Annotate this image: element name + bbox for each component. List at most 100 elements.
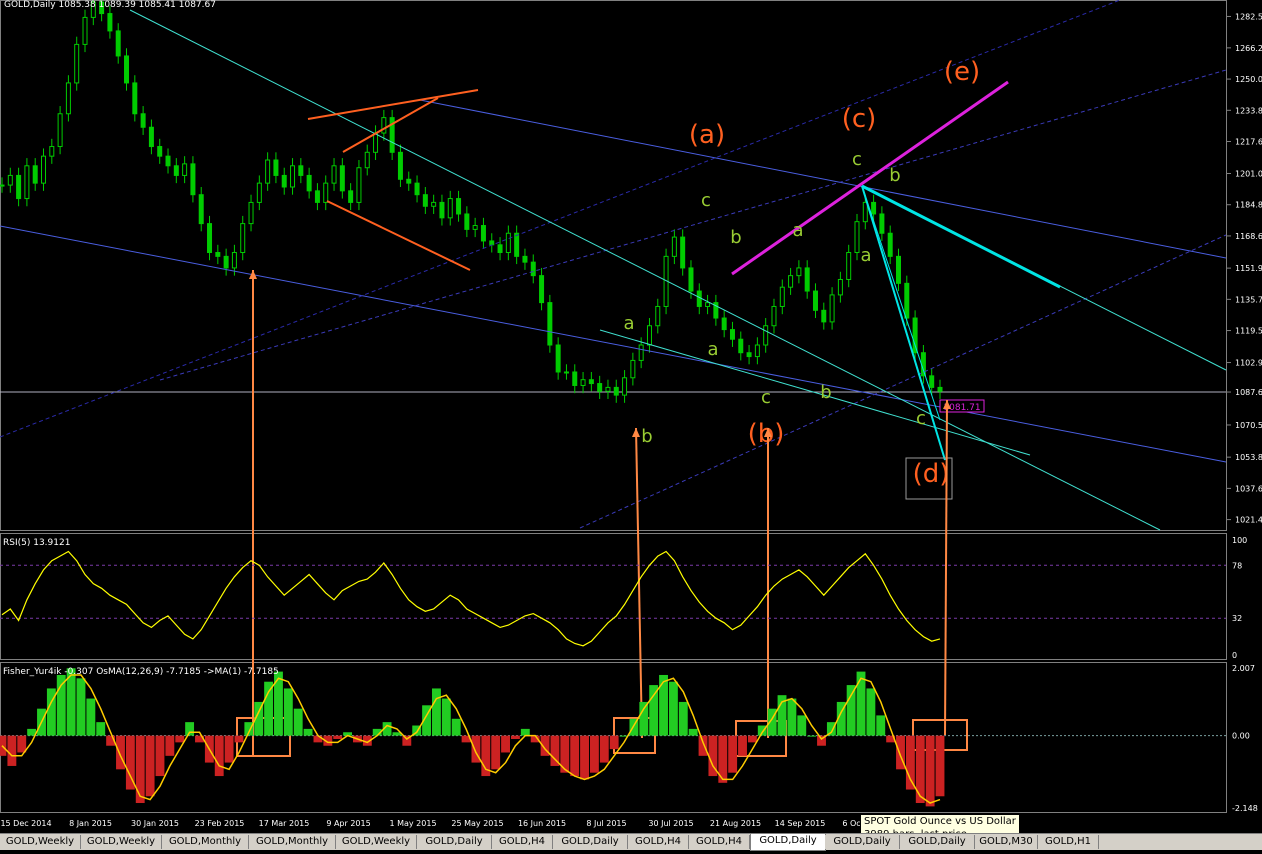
candle-body	[580, 379, 586, 386]
candle-body	[754, 344, 760, 358]
wave-label: (a)	[689, 120, 725, 150]
candle-body	[530, 261, 536, 277]
candle-body	[597, 383, 603, 392]
candle-body	[290, 165, 296, 188]
candle-body	[173, 165, 179, 176]
candle-body	[829, 294, 835, 323]
candle-body	[655, 305, 661, 327]
candle-body	[522, 255, 528, 263]
wave-label: c	[701, 190, 711, 211]
candle-body	[705, 302, 711, 307]
channel-upper-line	[419, 99, 1227, 259]
arrow-head	[632, 428, 640, 437]
fisher-bar	[7, 735, 17, 766]
chart-tab[interactable]: GOLD,Weekly	[81, 835, 162, 849]
axis-layer: 1282.5 1266.2 1250.0 1233.8 1217.6 1201.0 1184…	[0, 12, 1262, 828]
candle-body	[16, 174, 22, 200]
wave-label: c	[852, 149, 862, 170]
candle-body	[348, 190, 354, 203]
price-panel-frame	[0, 0, 1227, 531]
candle-body	[929, 375, 935, 388]
candle-body	[721, 317, 727, 331]
candle-body	[82, 16, 88, 45]
candle-body	[281, 174, 287, 188]
price-y-tick-label: 1135.7	[1235, 295, 1262, 304]
candle-body	[148, 126, 154, 148]
fisher-bar	[807, 735, 817, 737]
price-y-tick-label: 1233.8	[1235, 106, 1262, 115]
chart-tab[interactable]: GOLD,Weekly	[0, 835, 81, 849]
candle-body	[588, 379, 594, 385]
wave-label: b	[730, 227, 741, 248]
price-y-tick-label: 1021.4	[1235, 516, 1262, 525]
chart-tab[interactable]: GOLD,M30	[975, 835, 1038, 849]
x-tick-label: 25 May 2015	[451, 819, 503, 828]
fisher-bar	[441, 698, 451, 736]
fisher-bar	[293, 708, 303, 736]
x-tick-label: 21 Aug 2015	[710, 819, 761, 828]
x-tick-label: 23 Feb 2015	[195, 819, 245, 828]
candle-body	[887, 232, 893, 257]
candle-body	[356, 167, 362, 203]
fisher-bar	[432, 688, 441, 736]
x-tick-label: 9 Apr 2015	[326, 819, 370, 828]
candle-body	[215, 252, 221, 257]
candle-body	[298, 165, 304, 176]
price-chart[interactable]: (a)(b)(c)(d)(e)abacb acbcabc 1081.71 1282.…	[0, 0, 1262, 833]
candle-body	[0, 184, 5, 187]
candle-body	[796, 267, 802, 277]
chart-tab[interactable]: GOLD,Weekly	[336, 835, 417, 849]
candle-body	[74, 43, 80, 84]
chart-tab[interactable]: GOLD,Daily	[750, 834, 826, 851]
candle-body	[738, 338, 744, 354]
fisher-bar	[76, 678, 86, 736]
candle-body	[572, 371, 578, 386]
fisher-bar	[580, 735, 589, 780]
fisher-bar	[274, 671, 283, 736]
chart-tab[interactable]: GOLD,Daily	[825, 835, 900, 849]
candle-body	[729, 329, 735, 340]
fisher-bar	[856, 671, 866, 736]
wave-label: a	[623, 313, 634, 334]
candle-body	[132, 82, 138, 115]
candle-body	[854, 221, 860, 254]
price-y-tick-label: 1250.0	[1235, 75, 1262, 84]
chart-tab[interactable]: GOLD,Monthly	[162, 835, 249, 849]
candle-body	[837, 278, 843, 296]
fisher-bar	[333, 735, 343, 739]
chart-tab[interactable]: GOLD,Daily	[417, 835, 492, 849]
fisher-bar	[668, 681, 678, 736]
price-panel-title: GOLD,Daily 1085.38 1089.39 1085.41 1087.…	[4, 0, 216, 10]
candle-body	[746, 352, 752, 358]
candle-body	[157, 146, 163, 157]
chart-tab[interactable]: GOLD,Daily	[900, 835, 975, 849]
chart-tab-bar: GOLD,Weekly GOLD,Weekly GOLD,Monthly GOLD,M…	[0, 833, 1262, 851]
candle-body	[489, 240, 495, 246]
candle-body	[422, 194, 428, 207]
fisher-bar	[283, 688, 293, 736]
candle-body	[622, 377, 628, 396]
fisher-bar	[935, 735, 945, 797]
wave-label: b	[889, 165, 900, 186]
chart-tab[interactable]: GOLD,Monthly	[249, 835, 336, 849]
candle-body	[638, 344, 644, 361]
fisher-bar	[145, 735, 155, 797]
candle-body	[456, 198, 462, 215]
chart-tab[interactable]: GOLD,Daily	[553, 835, 628, 849]
candle-body	[497, 244, 503, 254]
wave-label: a	[792, 220, 803, 241]
candle-body	[265, 159, 271, 184]
fisher-bar	[738, 735, 747, 756]
candle-body	[871, 201, 877, 215]
candle-body	[190, 163, 196, 196]
chart-tab[interactable]: GOLD,H4	[492, 835, 553, 849]
fisher-bar	[866, 688, 876, 736]
fisher-bar	[846, 685, 856, 736]
chart-tab[interactable]: GOLD,H1	[1038, 835, 1099, 849]
fisher-bar	[155, 735, 165, 777]
chart-tab[interactable]: GOLD,H4	[689, 835, 750, 849]
chart-tab[interactable]: GOLD,H4	[628, 835, 689, 849]
candle-body	[680, 236, 686, 269]
candle-body	[198, 194, 204, 225]
candle-body	[804, 267, 810, 292]
